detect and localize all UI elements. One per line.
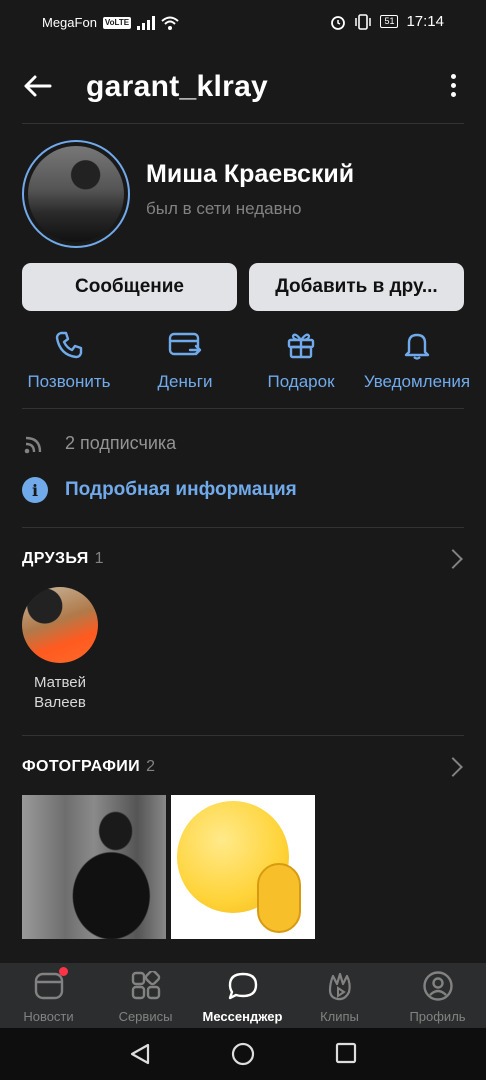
tab-messenger-label: Мессенджер (202, 1009, 283, 1024)
rss-icon (24, 436, 42, 454)
volte-badge: VoLTE (102, 16, 132, 29)
followers-row[interactable]: 2 подписчика (22, 430, 176, 456)
nav-recents-icon[interactable] (335, 1042, 357, 1064)
app-header: garant_klray (0, 58, 486, 114)
bell-icon (400, 328, 434, 362)
phone-icon (52, 328, 86, 362)
friends-divider (22, 735, 464, 736)
action-call-label: Позвонить (27, 372, 111, 391)
status-right: 51 17:14 (330, 13, 444, 30)
more-menu-button[interactable] (440, 70, 466, 100)
tab-clips[interactable]: Клипы (291, 969, 388, 1024)
followers-count: 2 подписчика (65, 432, 177, 453)
action-money[interactable]: Деньги (150, 328, 220, 392)
system-nav-bar (0, 1028, 486, 1080)
tab-services-label: Сервисы (118, 1009, 173, 1024)
action-gift[interactable]: Подарок (264, 328, 338, 392)
status-left: MegaFon VoLTE (42, 15, 179, 30)
status-bar: MegaFon VoLTE 51 17:14 (0, 0, 486, 46)
tab-clips-label: Клипы (320, 1009, 359, 1024)
add-friend-button[interactable]: Добавить в дру... (249, 263, 464, 311)
tab-messenger[interactable]: Мессенджер (194, 969, 291, 1024)
tab-news-label: Новости (23, 1009, 74, 1024)
tab-services[interactable]: Сервисы (97, 969, 194, 1024)
details-link: Подробная информация (65, 479, 297, 500)
photos-header[interactable]: ФОТОГРАФИИ 2 (22, 758, 155, 776)
photos-count: 2 (146, 758, 156, 775)
photos-title: ФОТОГРАФИИ (22, 758, 141, 775)
more-dots-icon (450, 73, 456, 79)
profile-icon (421, 969, 455, 1003)
photo-thumbnail[interactable] (171, 795, 315, 939)
friend-avatar (22, 587, 98, 663)
action-money-label: Деньги (157, 372, 213, 391)
avatar-image (28, 146, 124, 242)
carrier-name: MegaFon (42, 15, 97, 30)
actions-divider (22, 408, 464, 409)
action-notifications[interactable]: Уведомления (360, 328, 474, 392)
action-gift-label: Подарок (267, 372, 335, 391)
profile-avatar[interactable] (22, 140, 130, 248)
battery-indicator: 51 (380, 15, 399, 28)
last-seen-status: был в сети недавно (146, 199, 302, 218)
thumbs-up-image (257, 863, 301, 933)
profile-name: Миша Краевский (146, 160, 355, 188)
tab-profile[interactable]: Профиль (389, 969, 486, 1024)
arrow-left-icon (24, 75, 52, 97)
clock: 17:14 (406, 13, 444, 30)
action-call[interactable]: Позвонить (24, 328, 114, 392)
money-icon (168, 328, 202, 362)
tab-news[interactable]: Новости (0, 967, 97, 1024)
photo-thumbnail[interactable] (22, 795, 166, 939)
wifi-icon (161, 16, 179, 30)
header-divider (22, 123, 464, 124)
notification-dot (58, 967, 68, 976)
chevron-right-icon[interactable] (443, 757, 463, 777)
tab-profile-label: Профиль (409, 1009, 466, 1024)
news-icon (32, 967, 68, 1003)
action-notifications-label: Уведомления (363, 372, 471, 391)
nav-home-icon[interactable] (231, 1042, 255, 1066)
page-title: garant_klray (86, 70, 269, 103)
info-divider (22, 527, 464, 528)
more-dot (450, 82, 456, 88)
friends-header[interactable]: ДРУЗЬЯ 1 (22, 550, 104, 568)
nav-back-icon[interactable] (128, 1042, 152, 1066)
messenger-icon (226, 969, 260, 1003)
clips-icon (323, 969, 357, 1003)
details-row[interactable]: i Подробная информация (22, 477, 297, 503)
friends-title: ДРУЗЬЯ (22, 550, 89, 567)
signal-icon (137, 15, 156, 30)
friend-item[interactable]: Матвей Валеев (22, 587, 98, 713)
friend-name: Матвей Валеев (33, 674, 87, 711)
alarm-icon (331, 15, 346, 30)
bottom-tab-bar: Новости Сервисы Мессенджер Клипы Профиль (0, 963, 486, 1028)
message-button[interactable]: Сообщение (22, 263, 237, 311)
friends-count: 1 (94, 550, 104, 567)
more-dot (450, 91, 456, 97)
gift-icon (284, 328, 318, 362)
services-icon (129, 969, 163, 1003)
back-button[interactable] (20, 68, 56, 104)
info-icon: i (22, 477, 48, 503)
chevron-right-icon[interactable] (443, 549, 463, 569)
vibrate-icon (355, 13, 372, 30)
